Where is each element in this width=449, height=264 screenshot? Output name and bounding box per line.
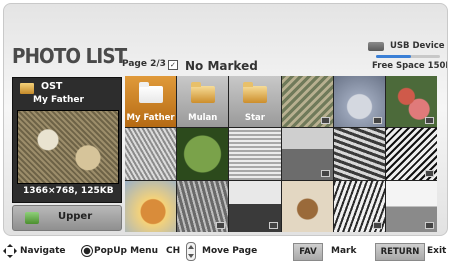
photo-thumbnail[interactable] <box>385 76 437 128</box>
move-page-hint: Move Page <box>202 246 258 256</box>
folder-label: Mulan <box>188 113 218 124</box>
navigate-hint: Navigate <box>20 246 66 256</box>
mark-icon <box>425 169 434 177</box>
photo-thumbnail[interactable] <box>177 180 229 232</box>
mark-icon <box>372 117 382 125</box>
preview-panel: OST My Father 1366×768, 125KB <box>12 77 122 203</box>
free-space-label: Free Space 150MB <box>372 61 447 71</box>
page-title: PHOTO LIST <box>12 44 127 68</box>
folder-icon <box>242 82 267 103</box>
check-icon: ✓ <box>167 60 178 70</box>
mark-icon <box>320 169 330 177</box>
photo-thumbnail[interactable] <box>333 76 385 128</box>
ch-hint: CH <box>166 246 181 256</box>
folder-icon <box>190 82 215 103</box>
folder-item[interactable]: My Father <box>125 76 177 128</box>
preview-folder-name: OST <box>41 81 63 92</box>
page-indicator: Page 2/3 ✓ <box>122 59 178 70</box>
popup-menu-hint: PopUp Menu <box>94 246 158 256</box>
folder-item[interactable]: Star <box>229 76 281 128</box>
folder-up-icon <box>25 212 39 224</box>
mark-icon <box>320 117 330 125</box>
photo-thumbnail[interactable] <box>229 128 281 180</box>
photo-thumbnail[interactable] <box>385 180 437 232</box>
usb-icon <box>368 42 384 51</box>
photo-thumbnail[interactable] <box>333 128 385 180</box>
mark-icon <box>372 221 382 229</box>
folder-icon <box>20 83 34 94</box>
photo-thumbnail[interactable] <box>333 180 385 232</box>
navigate-arrows-icon <box>3 244 17 258</box>
mark-hint: Mark <box>331 246 357 256</box>
mark-icon <box>268 221 278 229</box>
photo-thumbnail[interactable] <box>281 128 333 180</box>
ch-up-down-icon <box>186 242 196 261</box>
upper-button[interactable]: Upper <box>12 205 122 231</box>
photo-grid: My Father Mulan Star <box>125 76 437 232</box>
footer-hints: Navigate PopUp Menu CH Move Page FAV Mar… <box>0 238 449 264</box>
fav-button[interactable]: FAV <box>293 243 323 261</box>
photo-thumbnail[interactable] <box>229 180 281 232</box>
photo-thumbnail[interactable] <box>281 180 333 232</box>
ok-button-icon <box>81 245 93 257</box>
device-label: USB Device <box>390 41 445 51</box>
preview-image <box>17 110 119 184</box>
folder-label: Star <box>244 113 265 124</box>
preview-info: 1366×768, 125KB <box>23 186 114 196</box>
mark-icon <box>425 221 434 229</box>
free-space-bar <box>376 55 440 58</box>
return-button[interactable]: RETURN <box>375 243 425 261</box>
photo-list-screen: PHOTO LIST Page 2/3 ✓ No Marked USB Devic… <box>3 3 448 236</box>
page-info: Page 2/3 <box>122 59 166 69</box>
preview-subtitle: My Father <box>33 95 84 105</box>
photo-thumbnail[interactable] <box>385 128 437 180</box>
photo-thumbnail[interactable] <box>125 128 177 180</box>
folder-item[interactable]: Mulan <box>177 76 229 128</box>
folder-label: My Father <box>126 113 175 124</box>
photo-thumbnail[interactable] <box>125 180 177 232</box>
mark-icon <box>216 221 226 229</box>
mark-icon <box>425 117 434 125</box>
photo-thumbnail[interactable] <box>281 76 333 128</box>
marked-status: No Marked <box>185 59 258 73</box>
exit-hint: Exit <box>427 246 447 256</box>
folder-icon <box>138 82 163 103</box>
upper-label: Upper <box>58 211 93 222</box>
photo-thumbnail[interactable] <box>177 128 229 180</box>
free-space-fill <box>376 55 412 58</box>
